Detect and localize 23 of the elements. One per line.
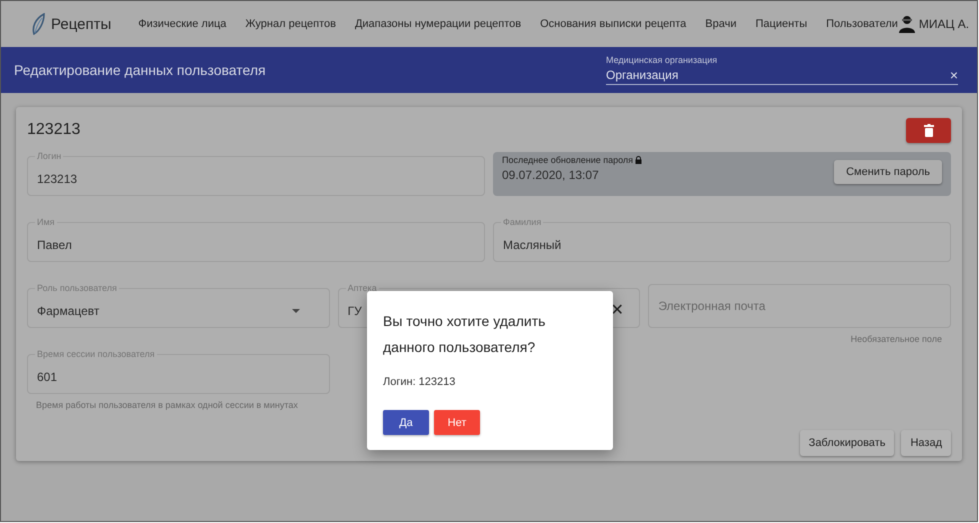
- field-label: Логин: [36, 152, 62, 161]
- app-name: Рецепты: [51, 16, 112, 32]
- field-value: ГУ: [348, 304, 362, 318]
- field-value: Павел: [37, 238, 72, 252]
- field-value: Масляный: [502, 238, 562, 252]
- field-label: Медицинская организация: [606, 55, 718, 65]
- field-value: 601: [37, 370, 58, 384]
- page-title: Редактирование данных пользователя: [14, 62, 266, 78]
- field-label: Последнее обновление пароля: [502, 155, 634, 165]
- field-label: Время сессии пользователя: [36, 350, 156, 359]
- hint-text: Необязательное поле: [850, 334, 943, 344]
- field-label: Фамилия: [502, 218, 542, 227]
- dialog-question: Вы точно хотите удалить данного пользователя?: [383, 312, 546, 357]
- field-value: 123213: [37, 172, 78, 186]
- hint-text: Время работы пользователя в рамках одной сессии в минутах: [35, 400, 299, 410]
- field-value: 09.07.2020, 13:07: [502, 168, 599, 182]
- dialog-detail: Логин: 123213: [383, 376, 456, 388]
- card-title: 123213: [27, 121, 80, 139]
- field-label: Имя: [36, 218, 56, 227]
- field-value: Фармацевт: [37, 304, 100, 318]
- field-value: Организация: [606, 68, 678, 82]
- field-label: Роль пользователя: [36, 284, 118, 293]
- field-label: Аптека: [346, 284, 378, 293]
